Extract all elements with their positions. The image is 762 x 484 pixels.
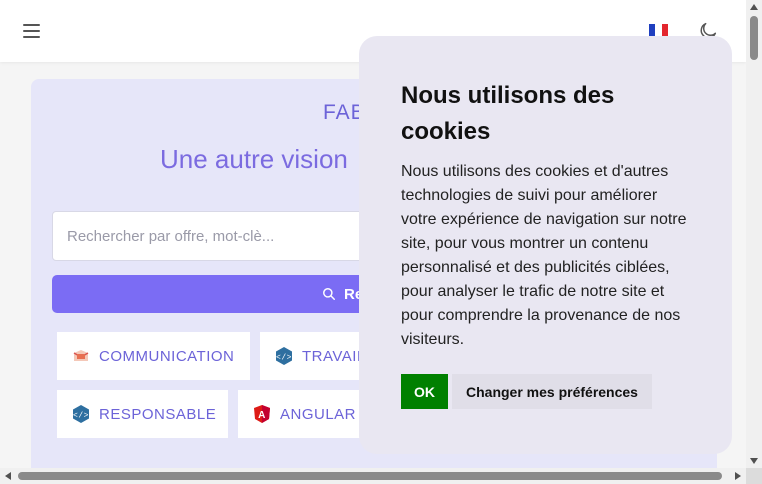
svg-text:</>: </> <box>276 354 292 363</box>
scroll-down-arrow-icon[interactable] <box>750 458 758 464</box>
code-icon: </> <box>71 404 91 424</box>
scrollbar-corner <box>746 468 762 484</box>
scroll-up-arrow-icon[interactable] <box>750 4 758 10</box>
tag-label: TRAVAIL <box>302 347 360 365</box>
hero-tagline: Une autre vision <box>160 144 348 174</box>
communication-icon <box>71 346 91 366</box>
svg-text:</>: </> <box>73 412 89 421</box>
hamburger-menu-icon[interactable] <box>22 23 42 39</box>
search-icon <box>323 288 335 300</box>
tag-label: ANGULAR <box>280 405 357 423</box>
code-icon: </> <box>274 346 294 366</box>
tag-responsable[interactable]: </> RESPONSABLE <box>57 390 228 438</box>
change-preferences-button[interactable]: Changer mes préférences <box>452 374 652 409</box>
scroll-left-arrow-icon[interactable] <box>5 472 11 480</box>
vertical-scrollbar[interactable] <box>746 0 762 468</box>
cookie-dialog-body: Nous utilisons des cookies et d'autres t… <box>401 163 687 348</box>
tag-communication[interactable]: COMMUNICATION <box>57 332 250 380</box>
cookie-consent-dialog: Nous utilisons des cookies Nous utilison… <box>359 36 732 454</box>
svg-text:A: A <box>258 410 266 421</box>
tag-angular[interactable]: A ANGULAR <box>238 390 360 438</box>
cookie-dialog-actions: OK Changer mes préférences <box>401 374 652 409</box>
angular-icon: A <box>252 404 272 424</box>
flag-france-icon[interactable] <box>649 24 668 36</box>
vertical-scroll-thumb[interactable] <box>750 16 758 60</box>
accept-cookies-button[interactable]: OK <box>401 374 448 409</box>
horizontal-scrollbar[interactable] <box>0 468 746 484</box>
horizontal-scroll-thumb[interactable] <box>18 472 722 480</box>
tag-label: COMMUNICATION <box>99 347 235 365</box>
cookie-dialog-title: Nous utilisons des cookies <box>401 82 615 145</box>
scroll-right-arrow-icon[interactable] <box>735 472 741 480</box>
tag-label: RESPONSABLE <box>99 405 217 423</box>
tag-travail[interactable]: </> TRAVAIL <box>260 332 360 380</box>
